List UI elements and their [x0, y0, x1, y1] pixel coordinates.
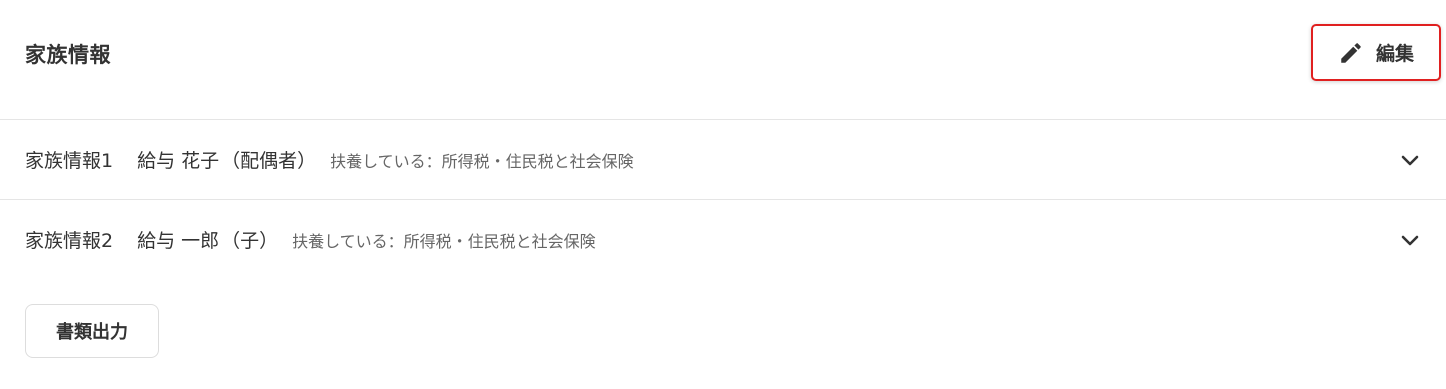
pencil-icon [1341, 42, 1361, 63]
family-member-name: 給与 花子 [137, 150, 220, 172]
family-member-summary: 家族情報2 給与 一郎 （子） 扶養している：所得税・住民税と社会保険 [25, 226, 596, 253]
family-member-row-2[interactable]: 家族情報2 給与 一郎 （子） 扶養している：所得税・住民税と社会保険 [0, 200, 1446, 280]
family-member-name: 給与 一郎 [137, 230, 220, 252]
family-member-relation: （配偶者） [221, 150, 317, 172]
family-member-row-1[interactable]: 家族情報1 給与 花子 （配偶者） 扶養している：所得税・住民税と社会保険 [0, 120, 1446, 200]
family-info-header: 家族情報 編集 [0, 0, 1446, 120]
edit-button-label: 編集 [1375, 43, 1414, 65]
edit-button[interactable]: 編集 [1311, 24, 1441, 81]
family-member-dependency: 扶養している：所得税・住民税と社会保険 [292, 232, 596, 251]
chevron-down-icon[interactable] [1398, 228, 1422, 252]
document-output-button[interactable]: 書類出力 [25, 304, 159, 358]
family-member-summary: 家族情報1 給与 花子 （配偶者） 扶養している：所得税・住民税と社会保険 [25, 146, 634, 173]
chevron-down-icon[interactable] [1398, 148, 1422, 172]
section-title: 家族情報 [25, 43, 111, 67]
family-member-dependency: 扶養している：所得税・住民税と社会保険 [330, 152, 634, 171]
family-member-index: 家族情報2 [25, 230, 114, 252]
family-member-index: 家族情報1 [25, 150, 114, 172]
family-member-relation: （子） [221, 230, 279, 252]
